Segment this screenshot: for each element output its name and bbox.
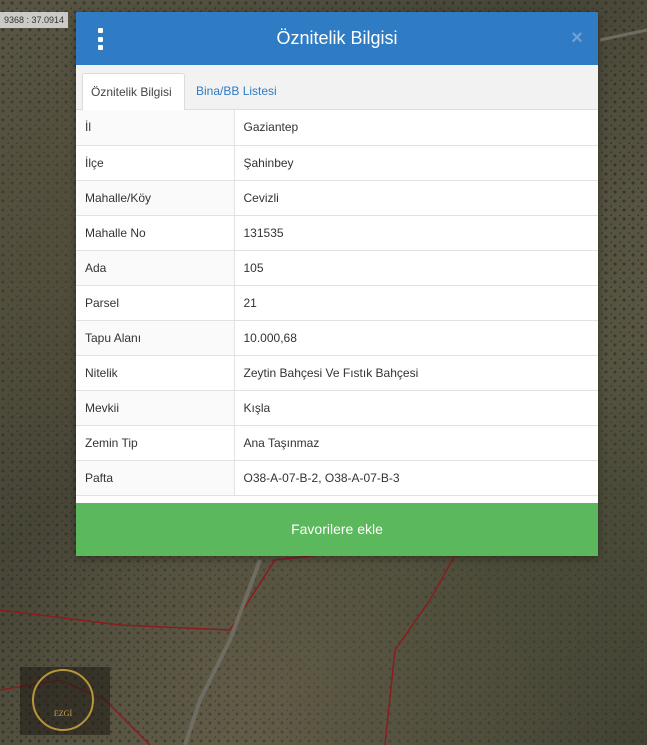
table-row: Ada 105 xyxy=(76,250,598,286)
attribute-key: Parsel xyxy=(76,285,235,321)
attribute-key: Mahalle/Köy xyxy=(76,180,235,216)
brand-logo: EZGİ xyxy=(20,667,110,735)
attribute-info-dialog: Öznitelik Bilgisi × Öznitelik Bilgisi Bi… xyxy=(76,12,598,556)
table-row: İlçe Şahinbey xyxy=(76,145,598,181)
attribute-key: İlçe xyxy=(76,145,235,181)
dialog-header: Öznitelik Bilgisi × xyxy=(76,12,598,65)
logo-text: EZGİ xyxy=(53,708,73,718)
coordinate-readout: 9368 : 37.0914 xyxy=(0,12,69,28)
table-row: Pafta O38-A-07-B-2, O38-A-07-B-3 xyxy=(76,460,598,496)
dialog-title: Öznitelik Bilgisi xyxy=(276,28,398,48)
attribute-key: Mahalle No xyxy=(76,215,235,251)
table-row: Tapu Alanı 10.000,68 xyxy=(76,320,598,356)
attribute-value: Kışla xyxy=(234,390,598,426)
attribute-key: Zemin Tip xyxy=(76,425,235,461)
attribute-key: Mevkii xyxy=(76,390,235,426)
attribute-value: 10.000,68 xyxy=(234,320,598,356)
tab-attribute-info[interactable]: Öznitelik Bilgisi xyxy=(82,73,185,110)
attribute-value: Cevizli xyxy=(234,180,598,216)
table-row: Mahalle/Köy Cevizli xyxy=(76,180,598,216)
add-to-favorites-button[interactable]: Favorilere ekle xyxy=(76,503,598,556)
tab-building-list[interactable]: Bina/BB Listesi xyxy=(188,73,285,109)
attribute-value: Gaziantep xyxy=(234,110,598,146)
attribute-value: 105 xyxy=(234,250,598,286)
table-row: Parsel 21 xyxy=(76,285,598,321)
attribute-key: Tapu Alanı xyxy=(76,320,235,356)
table-row: Mahalle No 131535 xyxy=(76,215,598,251)
attribute-value: 131535 xyxy=(234,215,598,251)
table-row: İl Gaziantep xyxy=(76,110,598,146)
attribute-key: Ada xyxy=(76,250,235,286)
table-row: Zemin Tip Ana Taşınmaz xyxy=(76,425,598,461)
attribute-key: İl xyxy=(76,110,235,146)
attribute-key: Nitelik xyxy=(76,355,235,391)
close-icon[interactable]: × xyxy=(570,26,584,50)
attribute-value: Ana Taşınmaz xyxy=(234,425,598,461)
logo-emblem: EZGİ xyxy=(32,669,94,731)
attribute-key: Pafta xyxy=(76,460,235,496)
tab-bar: Öznitelik Bilgisi Bina/BB Listesi xyxy=(76,65,598,110)
table-row: Mevkii Kışla xyxy=(76,390,598,426)
attribute-value: Şahinbey xyxy=(234,145,598,181)
attribute-value: 21 xyxy=(234,285,598,321)
attribute-value: Zeytin Bahçesi Ve Fıstık Bahçesi xyxy=(234,355,598,391)
table-row: Nitelik Zeytin Bahçesi Ve Fıstık Bahçesi xyxy=(76,355,598,391)
attribute-table: İl Gaziantep İlçe Şahinbey Mahalle/Köy Cevizl… xyxy=(76,110,598,496)
attribute-value: O38-A-07-B-2, O38-A-07-B-3 xyxy=(234,460,598,496)
